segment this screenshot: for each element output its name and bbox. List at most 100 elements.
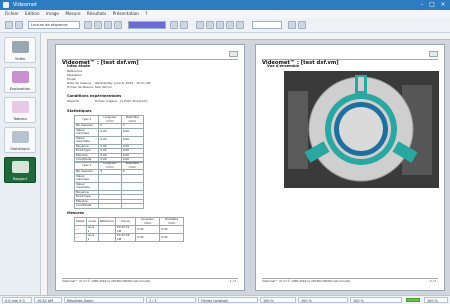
sequence-dropdown[interactable]: Lecture de séquence [28,21,80,29]
table-cell: Valeur minimale [73,173,100,183]
table-cell: 0.00 [98,127,122,137]
table-row: Valeur minimale [73,173,145,183]
overview-image [284,71,439,188]
section-stats-title: Statistiques [67,109,92,113]
camera-icon[interactable] [84,21,92,29]
print-icon[interactable] [288,21,296,29]
table-cell: Valeur maximale [73,181,100,191]
new-icon[interactable] [5,21,13,29]
table-cell [120,203,145,209]
sidebar-item-exploration[interactable]: Exploration [4,67,36,93]
circle-icon[interactable] [226,21,234,29]
table-row: Valeur maximale 0.00 0.00 [73,135,145,145]
section-info-title: Infos étude [67,64,91,68]
sidebar-item-report[interactable]: Rapport [4,157,36,183]
status-coords: 0.0 mm X 0 [2,297,32,303]
status-mode: Résultats Zoom [64,297,144,303]
snapshot-icon[interactable] [94,21,102,29]
sidebar-item-video[interactable]: Vidéo [4,37,36,63]
status-check-icon: ✓ [74,233,87,242]
menu-image[interactable]: Image [46,11,59,16]
status-zoom-2[interactable]: 100 % [298,297,348,303]
app-window: Videomet – □ × Fichier Edition Image Mes… [0,0,450,304]
stats-table-1: Ypos 1 Longueur (mm) Diamètre (mm) Nb me… [73,115,145,163]
page-header: Videomet™ : [test dxf.vm] [62,49,238,66]
status-time: 10:42 AM [34,297,62,303]
zoom-in-icon[interactable] [170,21,178,29]
minimize-icon[interactable]: – [418,1,426,9]
page-header-button[interactable] [429,51,438,57]
page-footer: Videomet™ V1.0 (© 1996-2016 by MICRO-VIS… [62,278,238,284]
report-page-2: Videomet™ : [test dxf.vm] Vue d'ensemble [255,44,445,291]
grid-icon[interactable] [196,21,204,29]
menu-file[interactable]: Fichier [5,11,19,16]
zoom-out-icon[interactable] [180,21,188,29]
table-row: Incertitude [73,203,145,209]
column-header: Statut [74,217,87,226]
report-icon [12,161,29,173]
table-cell: 10:42:36 AM [114,233,137,242]
mesures-table: Statut Code Référence Heure Longueur (mm… [74,217,184,242]
info-list: Référence Opérateur Projet Date de mesur… [67,69,237,89]
status-zoom[interactable]: 100 % [260,297,296,303]
sidebar-item-statistics[interactable]: Statistique [4,127,36,153]
page-header-button[interactable] [229,51,238,57]
record-icon[interactable] [104,21,112,29]
sidebar-item-table[interactable]: Tableau [4,97,36,123]
column-header: Référence [97,217,116,226]
close-icon[interactable]: × [439,1,447,9]
footer-text: Videomet™ V1.0 (© 1996-2016 by MICRO-VIS… [262,279,351,283]
menu-bar: Fichier Edition Image Mesure Résultats P… [0,10,450,18]
report-workspace: Videomet™ : [test dxf.vm] Infos étude Ré… [41,33,450,295]
play-icon[interactable] [114,21,122,29]
menu-measure[interactable]: Mesure [65,11,80,16]
status-percent: 100 % [350,297,402,303]
tool-dropdown[interactable] [252,21,282,29]
menu-presentation[interactable]: Présentation [113,11,139,16]
table-cell: Valeur maximale [73,135,100,145]
table-cell [97,233,116,242]
sidebar-item-label: Rapport [12,177,28,181]
color-dropdown[interactable] [128,21,166,29]
column-header: Diamètre (mm) [159,217,184,226]
text-icon[interactable] [236,21,244,29]
table-cell [98,181,122,191]
vertical-ruler [41,39,48,295]
sidebar-item-label: Tableau [13,117,27,121]
app-icon [3,2,9,8]
table-cell [97,225,116,234]
sidebar-item-label: Statistique [10,147,30,151]
export-icon[interactable] [298,21,306,29]
open-icon[interactable] [15,21,23,29]
condition-key: Objectif [67,99,79,103]
angle-icon[interactable] [216,21,224,29]
sidebar-item-label: Exploration [9,87,31,91]
maximize-icon[interactable]: □ [428,1,436,9]
menu-help[interactable]: ? [145,11,147,16]
status-page: 1 / 1 [146,297,196,303]
table-cell: Incertitude [73,203,100,209]
footer-text: Videomet™ V1.0 (© 1996-2016 by MICRO-VIS… [62,279,151,283]
zoom-level-indicator [406,298,420,302]
report-page-1: Videomet™ : [test dxf.vm] Infos étude Ré… [55,44,245,291]
stats-table-2: Ypos 1 Longueur (mm) Diamètre (mm) Nb me… [73,161,145,209]
info-value: test dxf.vm [95,85,112,89]
table-cell [98,203,122,209]
table-cell [98,173,122,183]
menu-edit[interactable]: Edition [25,11,40,16]
conditions-list: Objectif Fichier original - (1.0427 Pixel… [67,99,237,103]
status-check-icon: ✓ [74,225,87,234]
table-cell: 0.00 [120,127,145,137]
sidebar-item-label: Vidéo [14,57,26,61]
page-header: Videomet™ : [test dxf.vm] [262,49,438,66]
toolbar: Lecture de séquence [0,18,450,33]
table-cell: 0.00 [159,233,184,242]
condition-value: Fichier original - (1.0427 Pixel/unit) [95,99,148,103]
table-cell: Ypos 1 [85,233,99,242]
measure-icon[interactable] [206,21,214,29]
table-cell [120,181,145,191]
column-header: Longueur (mm) [98,115,122,124]
table-row: Valeur maximale [73,181,145,191]
table-cell: 0.00 [159,225,184,234]
menu-results[interactable]: Résultats [87,11,106,16]
